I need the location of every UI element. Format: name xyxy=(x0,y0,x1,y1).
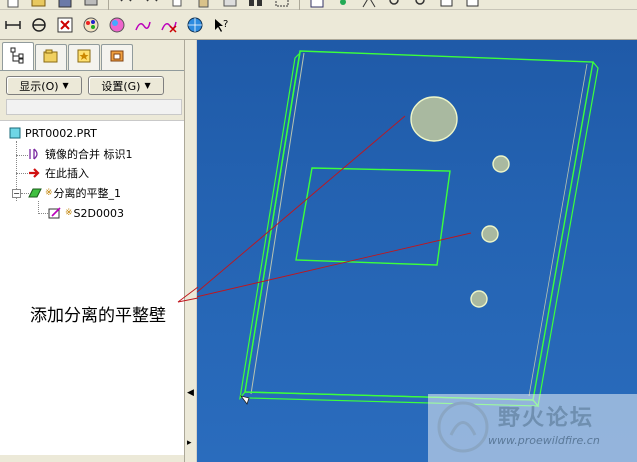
forum-logo-icon xyxy=(437,401,489,453)
model-tree: − PRT0002.PRT 镜像的合并 标识1 在此插入 ※ 分离的平整_1 ※ xyxy=(0,120,184,455)
rect-cutout xyxy=(295,167,451,266)
toolbar-second: ? xyxy=(0,10,637,40)
tree-item-insert-here[interactable]: 在此插入 xyxy=(28,165,89,181)
settings-dropdown[interactable]: 设置(G) ▼ xyxy=(88,76,164,95)
tree-connector xyxy=(16,173,28,174)
palette-icon[interactable] xyxy=(81,15,101,35)
globe-icon[interactable] xyxy=(185,15,205,35)
tree-connector xyxy=(38,213,48,214)
panel-splitter[interactable]: ◀ ▸ xyxy=(184,40,196,462)
svg-text:?: ? xyxy=(223,19,228,30)
insert-arrow-icon xyxy=(28,166,42,180)
plate-inner-edge xyxy=(528,63,588,397)
tree-item-label: 在此插入 xyxy=(45,167,89,180)
delete-sketch-icon[interactable] xyxy=(159,15,179,35)
show-dropdown[interactable]: 显示(O) ▼ xyxy=(6,76,82,95)
corner-marker xyxy=(240,395,250,405)
tab-model-tree[interactable] xyxy=(2,42,34,70)
tab-favorites[interactable] xyxy=(68,44,100,70)
model-tree-icon xyxy=(9,46,27,67)
section-icon[interactable] xyxy=(29,15,49,35)
tab-connections[interactable] xyxy=(101,44,133,70)
collapse-toggle[interactable]: − xyxy=(12,189,21,198)
tree-item-label: PRT0002.PRT xyxy=(25,126,97,140)
large-hole xyxy=(410,96,458,142)
mirror-icon xyxy=(28,147,42,161)
leader-line xyxy=(197,232,472,298)
show-dropdown-label: 显示(O) xyxy=(19,79,59,93)
navigator-tabs xyxy=(2,42,134,70)
toolbar-top xyxy=(0,0,637,12)
favorites-icon xyxy=(75,47,93,68)
tree-item-label: S2D0003 xyxy=(73,206,124,220)
tree-item-mirror-merge[interactable]: 镜像的合并 标识1 xyxy=(28,146,133,162)
connections-icon xyxy=(108,47,126,68)
chevron-down-icon: ▼ xyxy=(144,81,151,90)
plate-thickness-edge xyxy=(532,61,599,408)
tab-divider xyxy=(0,70,188,71)
app-window: ? 显示(O) ▼ 设置(G) ▼ − PRT0002.PRT 镜像的合并 标识… xyxy=(0,0,637,462)
chevron-down-icon: ▼ xyxy=(62,81,69,90)
tree-item-label: 分离的平整_1 xyxy=(53,187,122,200)
sketch-icon[interactable] xyxy=(133,15,153,35)
tree-filter-bar[interactable] xyxy=(6,99,182,115)
collapse-left-icon[interactable]: ◀ xyxy=(187,388,194,398)
whats-this-icon[interactable]: ? xyxy=(211,15,231,35)
flat-wall-icon xyxy=(28,186,42,200)
navigator-panel: 显示(O) ▼ 设置(G) ▼ − PRT0002.PRT 镜像的合并 标识1 xyxy=(0,40,188,462)
close-window-icon[interactable] xyxy=(55,15,75,35)
tree-item-label: 镜像的合并 标识1 xyxy=(45,148,133,161)
sketch-feature-icon xyxy=(48,206,62,220)
small-hole xyxy=(470,290,488,308)
scene-icon[interactable] xyxy=(107,15,127,35)
folder-icon xyxy=(42,47,60,68)
tree-item-sketch[interactable]: ※ S2D0003 xyxy=(48,205,124,221)
tree-item-unattached-flat[interactable]: ※ 分离的平整_1 xyxy=(28,185,121,201)
new-feature-star-icon: ※ xyxy=(65,208,73,218)
new-feature-star-icon: ※ xyxy=(45,188,53,198)
forum-watermark: 野火论坛 www.proewildfire.cn xyxy=(428,394,637,462)
settings-dropdown-label: 设置(G) xyxy=(101,79,141,93)
small-hole xyxy=(492,155,510,173)
small-hole xyxy=(481,225,499,243)
annotation-callout: 添加分离的平整壁 xyxy=(30,306,166,326)
watermark-url: www.proewildfire.cn xyxy=(488,434,600,447)
watermark-title: 野火论坛 xyxy=(498,406,595,431)
leader-line xyxy=(197,115,406,293)
tree-connector xyxy=(16,155,28,156)
tree-item-part[interactable]: PRT0002.PRT xyxy=(8,125,97,141)
expand-right-icon[interactable]: ▸ xyxy=(187,438,192,448)
part-icon xyxy=(8,126,22,140)
measure-icon[interactable] xyxy=(3,15,23,35)
tab-folder-browser[interactable] xyxy=(35,44,67,70)
